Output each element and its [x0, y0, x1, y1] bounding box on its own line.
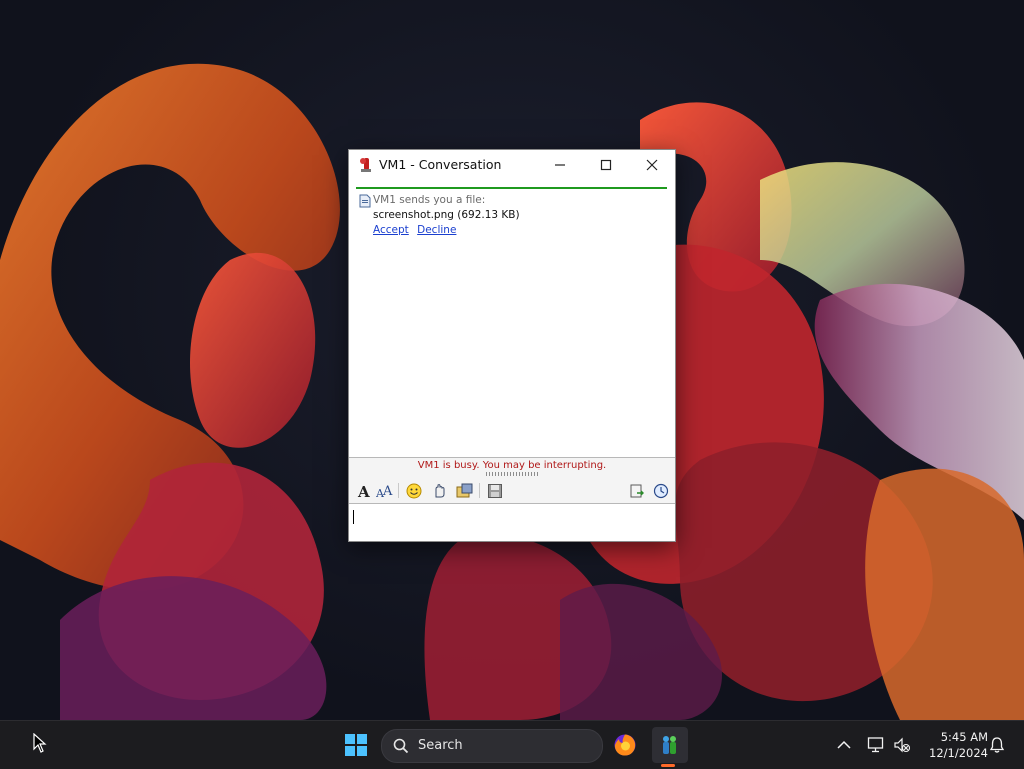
block-button[interactable]: [628, 482, 646, 500]
font-color-button[interactable]: A A: [376, 482, 394, 500]
volume-button[interactable]: [892, 735, 912, 755]
bell-icon: [989, 737, 1005, 753]
send-file-button[interactable]: [456, 482, 474, 500]
resize-grip[interactable]: [486, 472, 538, 476]
emoticon-icon: [406, 483, 422, 499]
taskbar-clock[interactable]: 5:45 AM 12/1/2024: [918, 729, 988, 761]
font-icon: A: [357, 483, 370, 499]
conversation-transcript[interactable]: VM1 sends you a file: screenshot.png (69…: [356, 190, 667, 456]
toolbar-separator: [479, 483, 480, 498]
font-color-icon: A A: [376, 484, 393, 499]
close-button[interactable]: [629, 150, 675, 180]
font-button[interactable]: A: [355, 482, 373, 500]
save-icon: [488, 484, 502, 498]
toolbar-separator: [398, 483, 399, 498]
accept-file-link[interactable]: Accept: [373, 224, 409, 236]
firefox-icon: [614, 734, 636, 756]
text-caret: [353, 510, 354, 524]
history-icon: [653, 483, 669, 499]
search-icon: [393, 738, 409, 758]
window-titlebar[interactable]: VM1 - Conversation: [349, 150, 675, 180]
search-label: Search: [418, 738, 463, 753]
nudge-button[interactable]: [431, 482, 449, 500]
clock-time: 5:45 AM: [940, 730, 988, 744]
file-name-text: screenshot.png (692.13 KB): [373, 209, 520, 221]
messenger-buddies-icon: [663, 736, 676, 754]
messenger-app-icon: [358, 156, 374, 174]
maximize-icon: [600, 159, 612, 171]
firefox-taskbar-button[interactable]: [612, 732, 638, 758]
emoticon-button[interactable]: [405, 482, 423, 500]
file-transfer-icon: [359, 194, 371, 208]
file-offer-text: VM1 sends you a file:: [373, 194, 486, 206]
taskbar: Search 5:45 AM 12/1/2024: [0, 720, 1024, 769]
mouse-cursor-icon: [33, 732, 47, 757]
conversation-window: VM1 - Conversation VM1 sends you a file:…: [348, 149, 676, 542]
message-input[interactable]: [349, 504, 675, 541]
history-button[interactable]: [652, 482, 670, 500]
svg-text:A: A: [382, 484, 393, 499]
maximize-button[interactable]: [583, 150, 629, 180]
windows-start-icon: [345, 734, 367, 756]
active-app-indicator: [661, 764, 675, 767]
messenger-taskbar-button[interactable]: [652, 727, 688, 763]
window-title: VM1 - Conversation: [379, 157, 502, 172]
nudge-icon: [435, 484, 445, 498]
header-accent-line: [356, 187, 667, 189]
decline-file-link[interactable]: Decline: [417, 224, 456, 236]
file-offer-actions: Accept Decline: [373, 224, 461, 236]
network-icon: [867, 737, 884, 753]
notifications-button[interactable]: [988, 735, 1006, 755]
block-icon: [630, 484, 644, 498]
svg-text:A: A: [357, 483, 370, 499]
save-button[interactable]: [486, 482, 504, 500]
compose-toolbar: A A A: [349, 478, 675, 504]
busy-status-text: VM1 is busy. You may be interrupting.: [417, 460, 607, 471]
minimize-icon: [555, 164, 565, 166]
clock-date: 12/1/2024: [929, 746, 988, 760]
taskbar-search[interactable]: Search: [381, 729, 603, 763]
chevron-up-icon: [837, 740, 851, 749]
close-icon: [646, 159, 658, 171]
send-file-icon: [456, 483, 473, 498]
minimize-button[interactable]: [537, 150, 583, 180]
show-hidden-icons-button[interactable]: [836, 737, 852, 753]
network-status-button[interactable]: [866, 735, 886, 755]
volume-muted-icon: [894, 737, 911, 753]
start-button[interactable]: [344, 733, 368, 757]
status-bar: VM1 is busy. You may be interrupting.: [349, 457, 675, 478]
